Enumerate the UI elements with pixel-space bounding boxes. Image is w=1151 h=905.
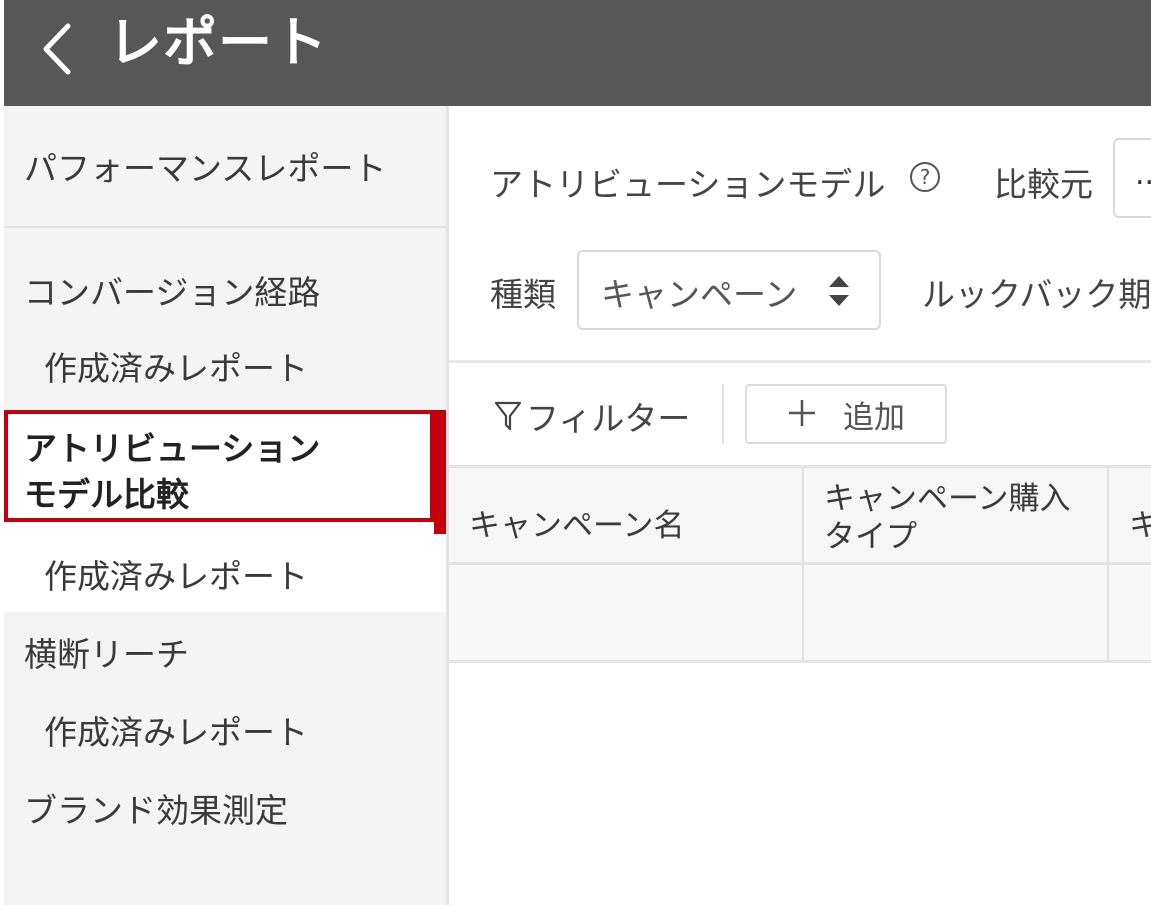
app-header: レポート <box>4 0 1151 106</box>
column-header-campaign-name[interactable]: キャンペーン名 <box>449 468 804 562</box>
sidebar-item-label: アトリビューション <box>24 429 321 468</box>
active-indicator <box>434 410 446 534</box>
attribution-model-label: アトリビューションモデル <box>490 165 886 204</box>
type-select-value: キャンペーン <box>601 275 798 314</box>
sidebar-item-attribution-saved[interactable]: 作成済みレポート <box>44 550 486 598</box>
lookback-label: ルックバック期 <box>922 275 1151 314</box>
sidebar-item-cross-reach[interactable]: 横断リーチ <box>24 628 466 676</box>
sort-arrows-icon <box>829 276 849 306</box>
column-header-campaign-purchase-type[interactable]: キャンペーン購入 タイプ <box>804 468 1109 562</box>
page-title: レポート <box>108 11 328 74</box>
add-label: 追加 <box>843 400 905 436</box>
funnel-icon <box>494 401 522 431</box>
sidebar-separator <box>4 226 446 228</box>
table-cell <box>1109 565 1151 660</box>
column-header-truncated[interactable]: キ <box>1109 468 1151 562</box>
column-header-line: タイプ <box>824 519 917 555</box>
add-filter-button[interactable]: 追加 <box>745 384 947 444</box>
chevron-left-icon[interactable] <box>38 20 78 78</box>
table-row <box>449 565 1151 663</box>
filter-label: フィルター <box>526 399 691 438</box>
column-header-line: キャンペーン購入 <box>824 481 1071 517</box>
question-circle-icon[interactable]: ? <box>910 162 940 192</box>
sidebar-item-conversion-path[interactable]: コンバージョン経路 <box>24 266 466 314</box>
plus-icon <box>789 400 815 426</box>
type-label: 種類 <box>490 275 556 314</box>
compare-select[interactable]: .. <box>1113 138 1151 218</box>
table-cell <box>804 565 1109 660</box>
sidebar-item-cross-reach-saved[interactable]: 作成済みレポート <box>44 706 486 754</box>
sidebar-item-performance-report[interactable]: パフォーマンスレポート <box>24 142 466 190</box>
table-header: キャンペーン名 キャンペーン購入 タイプ キ <box>449 465 1151 565</box>
sidebar-item-conversion-path-saved[interactable]: 作成済みレポート <box>44 342 486 390</box>
sidebar-item-brand-effect[interactable]: ブランド効果測定 <box>24 784 466 832</box>
toolbar-divider <box>722 384 724 444</box>
compare-label: 比較元 <box>994 165 1093 204</box>
sidebar-item-attribution-model-compare[interactable]: アトリビューション モデル比較 <box>4 410 434 522</box>
sidebar-item-label: モデル比較 <box>24 475 189 514</box>
section-divider <box>449 360 1151 363</box>
table-cell <box>449 565 804 660</box>
type-select[interactable]: キャンペーン <box>577 250 881 330</box>
